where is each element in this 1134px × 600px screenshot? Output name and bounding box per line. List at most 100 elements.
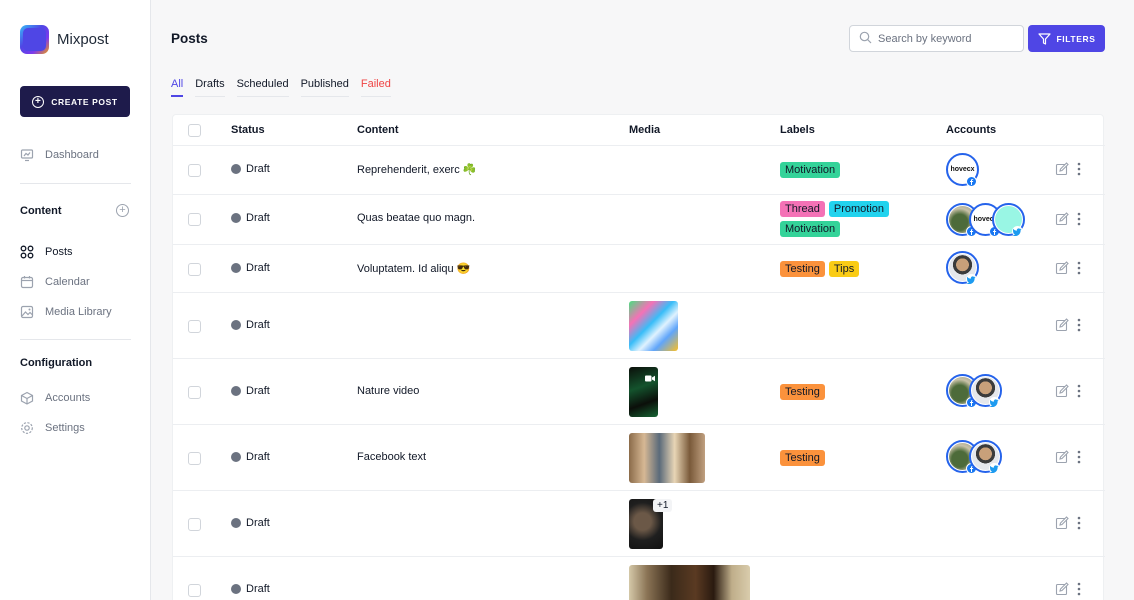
labels-cell: Motivation: [780, 162, 910, 182]
row-checkbox[interactable]: [188, 320, 201, 333]
labels-cell: Testing: [780, 450, 910, 470]
avatar: [969, 374, 1002, 408]
status-text: Draft: [246, 517, 270, 529]
more-options-icon[interactable]: [1077, 450, 1081, 467]
media-thumbnail[interactable]: [629, 301, 678, 351]
label-tag: Promotion: [828, 201, 889, 217]
row-actions: [1055, 450, 1081, 467]
label-tag: Tips: [828, 261, 860, 277]
accounts-cell: hovecx: [946, 203, 1025, 237]
sidebar-item-media-library[interactable]: Media Library: [20, 305, 112, 319]
row-checkbox[interactable]: [188, 518, 201, 531]
more-options-icon[interactable]: [1077, 212, 1081, 229]
row-actions: [1055, 318, 1081, 335]
more-options-icon[interactable]: [1077, 582, 1081, 599]
tab-all[interactable]: All: [171, 78, 184, 97]
table-row[interactable]: Draft: [173, 293, 1105, 359]
table-header: Status Content Media Labels Accounts: [173, 115, 1105, 146]
tab-drafts[interactable]: Drafts: [195, 78, 225, 97]
media-thumbnail[interactable]: [629, 565, 750, 600]
tab-published[interactable]: Published: [300, 78, 349, 97]
sidebar-item-dashboard[interactable]: Dashboard: [20, 148, 99, 162]
edit-icon[interactable]: [1055, 162, 1069, 179]
search-icon: [859, 31, 872, 47]
edit-icon[interactable]: [1055, 212, 1069, 229]
twitter-icon: [989, 397, 1000, 408]
row-checkbox[interactable]: [188, 386, 201, 399]
add-content-icon[interactable]: +: [116, 204, 129, 217]
create-post-button[interactable]: + CREATE POST: [20, 86, 130, 117]
row-checkbox[interactable]: [188, 263, 201, 276]
status-text: Draft: [246, 319, 270, 331]
content-section-heading: Content: [20, 205, 62, 217]
edit-icon[interactable]: [1055, 582, 1069, 599]
status-badge: Draft: [231, 385, 270, 397]
more-options-icon[interactable]: [1077, 261, 1081, 278]
table-row[interactable]: Draft Facebook text Testing: [173, 425, 1105, 491]
filters-button[interactable]: FILTERS: [1028, 25, 1105, 52]
status-badge: Draft: [231, 319, 270, 331]
column-header-status: Status: [231, 124, 265, 136]
more-options-icon[interactable]: [1077, 384, 1081, 401]
edit-icon[interactable]: [1055, 261, 1069, 278]
status-text: Draft: [246, 583, 270, 595]
status-badge: Draft: [231, 451, 270, 463]
media-thumbnail[interactable]: [629, 433, 705, 483]
edit-icon[interactable]: [1055, 318, 1069, 335]
row-actions: [1055, 162, 1081, 179]
edit-icon[interactable]: [1055, 516, 1069, 533]
edit-icon[interactable]: [1055, 384, 1069, 401]
avatar: [992, 203, 1025, 237]
status-dot: [231, 518, 241, 528]
more-options-icon[interactable]: [1077, 162, 1081, 179]
search-input[interactable]: [878, 32, 1018, 45]
posts-table: Status Content Media Labels Accounts Dra…: [172, 114, 1105, 600]
search-box[interactable]: [849, 25, 1024, 52]
more-options-icon[interactable]: [1077, 318, 1081, 335]
video-thumbnail[interactable]: [629, 367, 658, 417]
sidebar-item-settings[interactable]: Settings: [20, 421, 85, 435]
post-content: Facebook text: [357, 451, 427, 463]
grid-icon: [20, 245, 34, 259]
label-tag: Testing: [780, 261, 825, 277]
tab-failed[interactable]: Failed: [360, 78, 391, 97]
status-dot: [231, 213, 241, 223]
more-options-icon[interactable]: [1077, 516, 1081, 533]
select-all-checkbox[interactable]: [188, 124, 201, 137]
sidebar-item-accounts[interactable]: Accounts: [20, 391, 90, 405]
brand[interactable]: Mixpost: [20, 25, 109, 54]
row-checkbox[interactable]: [188, 164, 201, 177]
label-tag: Motivation: [780, 162, 841, 178]
table-row[interactable]: Draft Voluptatem. Id aliqu 😎 Testing Tip…: [173, 245, 1105, 293]
table-row[interactable]: Draft: [173, 557, 1105, 600]
tab-scheduled[interactable]: Scheduled: [236, 78, 289, 97]
table-row[interactable]: Draft Quas beatae quo magn. Thread Promo…: [173, 195, 1105, 245]
table-row[interactable]: Draft +1: [173, 491, 1105, 557]
status-badge: Draft: [231, 212, 270, 224]
status-text: Draft: [246, 212, 270, 224]
accounts-cell: [946, 440, 1002, 474]
accounts-cell: [946, 374, 1002, 408]
status-text: Draft: [246, 451, 270, 463]
edit-icon[interactable]: [1055, 450, 1069, 467]
sidebar-item-calendar[interactable]: Calendar: [20, 275, 90, 289]
sidebar-item-posts[interactable]: Posts: [20, 245, 73, 259]
label-tag: Testing: [780, 384, 825, 400]
create-post-label: CREATE POST: [51, 96, 118, 107]
sidebar: Mixpost + CREATE POST Dashboard Content …: [0, 0, 151, 600]
row-checkbox[interactable]: [188, 452, 201, 465]
avatar: [969, 440, 1002, 474]
mixpost-logo: [20, 25, 49, 54]
cube-icon: [20, 391, 34, 405]
plus-circle-icon: +: [32, 95, 45, 108]
column-header-accounts: Accounts: [946, 124, 997, 136]
status-badge: Draft: [231, 517, 270, 529]
row-checkbox[interactable]: [188, 213, 201, 226]
gear-icon: [20, 421, 34, 435]
table-row[interactable]: Draft Nature video Testing: [173, 359, 1105, 425]
row-checkbox[interactable]: [188, 584, 201, 597]
status-dot: [231, 263, 241, 273]
label-tag: Testing: [780, 450, 825, 466]
table-row[interactable]: Draft Reprehenderit, exerc ☘️ Motivation…: [173, 146, 1105, 195]
twitter-icon: [989, 463, 1000, 474]
